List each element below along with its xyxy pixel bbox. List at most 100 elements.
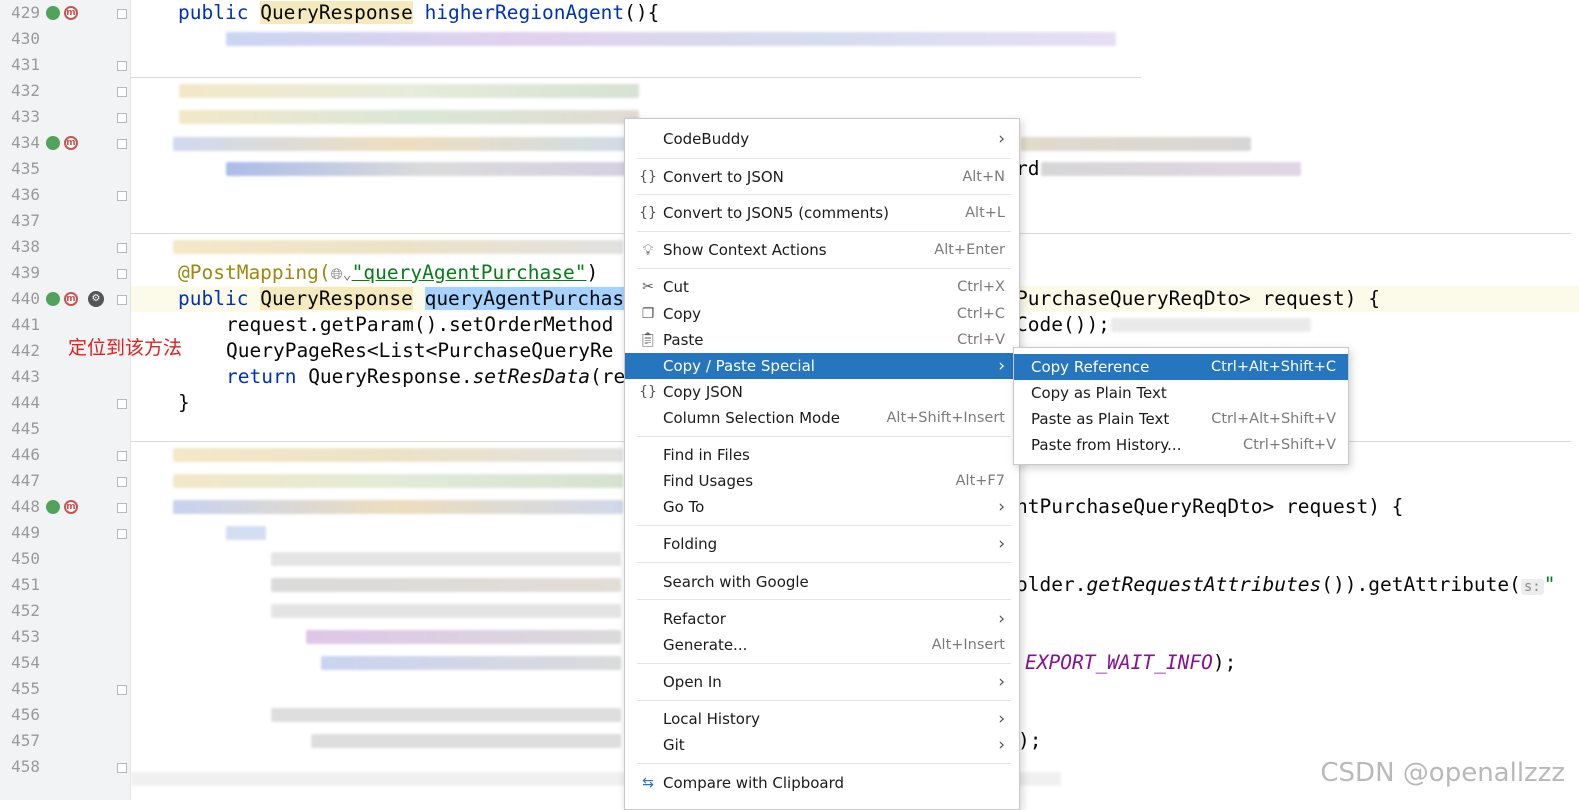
menu-item-paste[interactable]: 📋︎ Paste Ctrl+V [625,327,1019,353]
copy-icon: ❐ [641,306,655,322]
menu-item-show-context-actions[interactable]: 💡︎ Show Context Actions Alt+Enter [625,237,1019,263]
fold-marker-icon[interactable] [117,295,127,305]
blurred-code [271,552,621,566]
submenu-item-copy-reference[interactable]: Copy Reference Ctrl+Alt+Shift+C [1014,354,1348,380]
fold-marker-icon[interactable] [117,685,127,695]
menu-item-convert-to-json5[interactable]: {} Convert to JSON5 (comments) Alt+L [625,200,1019,226]
method-name: higherRegionAgent [424,1,625,24]
clipboard-icon: 📋︎ [639,332,657,348]
fold-marker-icon[interactable] [117,191,127,201]
fold-marker-icon[interactable] [117,243,127,253]
string-literal: " [1543,573,1556,596]
menu-item-label: Folding [663,535,718,553]
blurred-code [1041,162,1301,176]
line-number: 431 [11,55,40,74]
keyword: return [226,365,297,388]
code-text: ) [586,261,599,284]
menu-item-label: Copy Reference [1031,358,1150,376]
menu-item-folding[interactable]: Folding › [625,531,1019,557]
menu-item-cut[interactable]: ✂ Cut Ctrl+X [625,274,1019,300]
menu-shortcut: Alt+L [965,205,1005,221]
menu-item-column-selection-mode[interactable]: Column Selection Mode Alt+Shift+Insert [625,405,1019,431]
menu-separator [637,562,1011,563]
menu-item-find-usages[interactable]: Find Usages Alt+F7 [625,468,1019,494]
menu-shortcut: Alt+Enter [934,242,1005,258]
fold-marker-icon[interactable] [117,451,127,461]
menu-item-go-to[interactable]: Go To › [625,494,1019,520]
menu-separator [637,268,1011,269]
endpoint-icon[interactable] [46,136,60,150]
menu-item-compare-with-clipboard[interactable]: ⇆ Compare with Clipboard [625,770,1019,796]
method-call: getRequestAttributes [1086,573,1322,596]
blurred-code [173,448,623,462]
menu-item-search-with-google[interactable]: Search with Google [625,569,1019,595]
menu-item-generate[interactable]: Generate... Alt+Insert [625,632,1019,658]
menu-separator [637,763,1011,764]
line-number: 454 [11,653,40,672]
menu-item-git[interactable]: Git › [625,732,1019,758]
menu-item-copy[interactable]: ❐ Copy Ctrl+C [625,301,1019,327]
submenu-item-copy-as-plain-text[interactable]: Copy as Plain Text [1014,380,1348,406]
menu-item-label: CodeBuddy [663,130,750,148]
menu-shortcut: Ctrl+X [957,279,1005,295]
method-marker-icon[interactable]: m [64,500,78,514]
menu-separator [637,663,1011,664]
line-number: 439 [11,263,40,282]
fold-marker-icon[interactable] [117,399,127,409]
code-fragment: Code()); [1016,313,1110,336]
submenu-item-paste-as-plain-text[interactable]: Paste as Plain Text Ctrl+Alt+Shift+V [1014,406,1348,432]
line-number: 430 [11,29,40,48]
line-number: 441 [11,315,40,334]
fold-marker-icon[interactable] [117,763,127,773]
menu-separator [637,231,1011,232]
method-marker-icon[interactable]: m [64,292,78,306]
fold-marker-icon[interactable] [117,87,127,97]
code-text: (){ [624,1,660,24]
watermark: CSDN @openallzzz [1320,758,1565,788]
fold-marker-icon[interactable] [117,477,127,487]
menu-item-label: Show Context Actions [663,241,827,259]
menu-item-label: Generate... [663,636,748,654]
menu-item-codebuddy[interactable]: CodeBuddy › [625,126,1019,152]
menu-separator [637,525,1011,526]
code-line-442: QueryPageRes<List<PurchaseQueryRe [226,339,614,362]
fold-marker-icon[interactable] [117,529,127,539]
menu-item-copy-json[interactable]: {} Copy JSON [625,379,1019,405]
menu-item-refactor[interactable]: Refactor › [625,606,1019,632]
endpoint-icon[interactable] [46,500,60,514]
line-number: 451 [11,575,40,594]
fold-marker-icon[interactable] [117,9,127,19]
code-text: older. [1016,573,1087,596]
menu-separator [637,436,1011,437]
blurred-code [179,84,639,98]
fold-marker-icon[interactable] [117,503,127,513]
menu-item-find-in-files[interactable]: Find in Files [625,442,1019,468]
menu-item-open-in[interactable]: Open In › [625,669,1019,695]
line-number: 442 [11,341,40,360]
method-marker-icon[interactable]: m [64,6,78,20]
gear-icon[interactable]: ⚙ [88,291,104,307]
method-marker-icon[interactable]: m [64,136,78,150]
submenu-item-paste-from-history[interactable]: Paste from History... Ctrl+Shift+V [1014,432,1348,458]
fold-marker-icon[interactable] [117,269,127,279]
chevron-right-icon: › [998,609,1005,629]
line-number: 450 [11,549,40,568]
selected-method-name[interactable]: queryAgentPurchas [424,287,625,310]
endpoint-icon[interactable] [46,6,60,20]
blurred-code [226,526,266,540]
scissors-icon: ✂ [642,279,654,295]
menu-item-label: Open In [663,673,722,691]
fold-marker-icon[interactable] [117,139,127,149]
menu-item-convert-to-json[interactable]: {} Convert to JSON Alt+N [625,164,1019,190]
globe-icon[interactable]: 🌐︎⌄ [331,265,352,283]
blurred-code [173,240,623,254]
menu-separator [637,194,1011,195]
menu-item-local-history[interactable]: Local History › [625,706,1019,732]
menu-item-label: Paste as Plain Text [1031,410,1170,428]
chevron-right-icon: › [998,735,1005,755]
endpoint-icon[interactable] [46,292,60,306]
fold-marker-icon[interactable] [117,61,127,71]
menu-item-copy-paste-special[interactable]: Copy / Paste Special › [625,353,1019,379]
fold-marker-icon[interactable] [117,113,127,123]
blurred-code [271,604,621,618]
